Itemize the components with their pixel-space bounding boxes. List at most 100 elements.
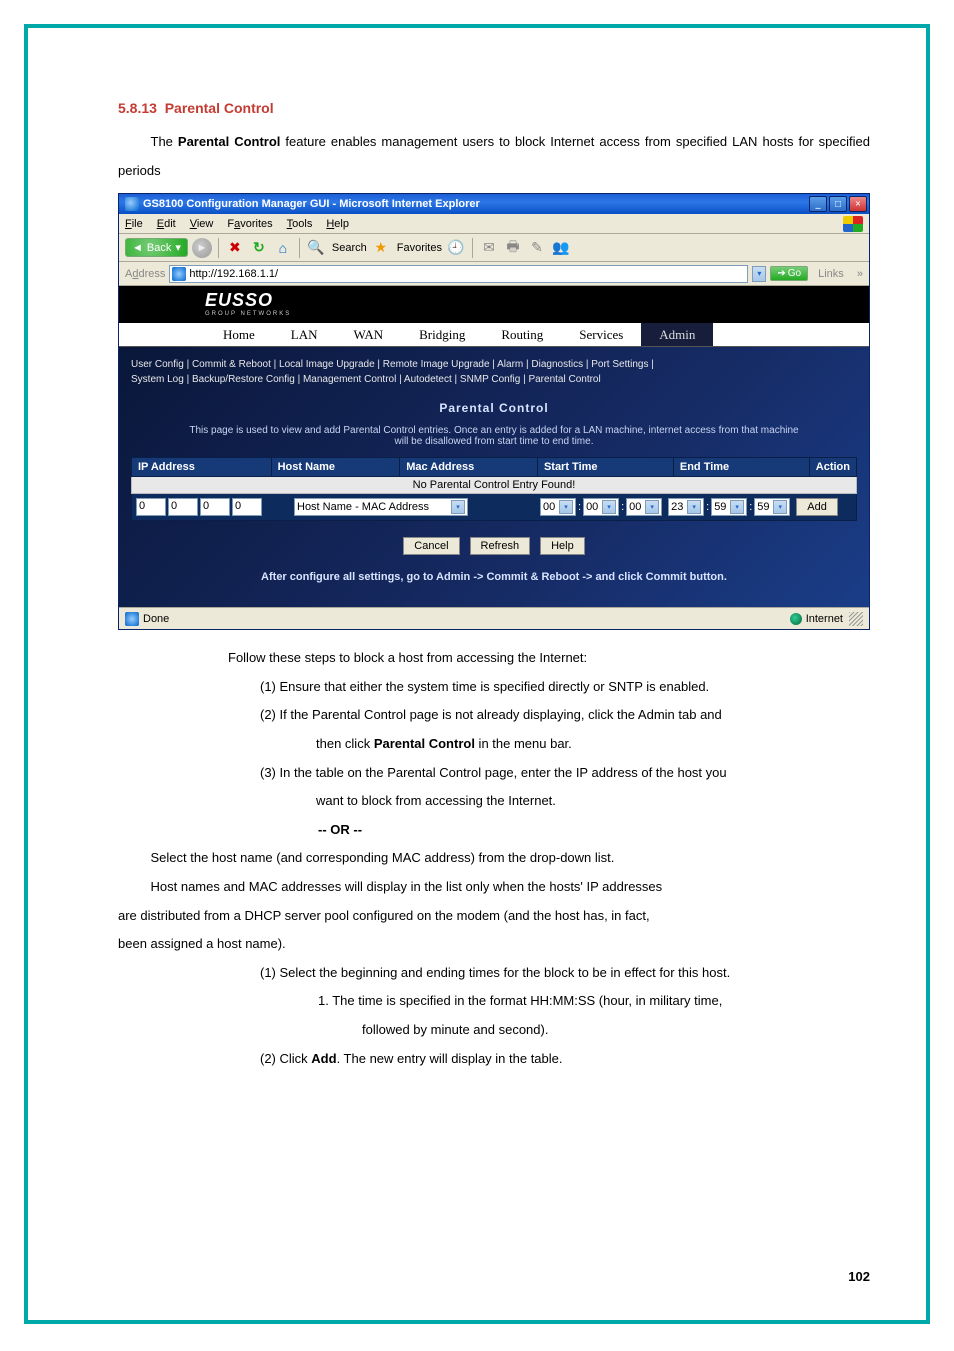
nav-routing[interactable]: Routing — [483, 323, 561, 346]
step-4: (1) Select the beginning and ending time… — [118, 959, 870, 988]
help-button[interactable]: Help — [540, 537, 585, 555]
commit-tip: After configure all settings, go to Admi… — [131, 565, 857, 593]
alt-step: Select the host name (and corresponding … — [118, 844, 870, 873]
resize-grip-icon[interactable] — [849, 612, 863, 626]
brand-tagline: GROUP NETWORKS — [205, 311, 859, 317]
forward-button[interactable]: ► — [192, 238, 212, 258]
search-icon[interactable]: 🔍 — [306, 238, 326, 258]
ip-octet-4[interactable]: 0 — [232, 498, 262, 516]
chevron-down-icon: ▾ — [451, 500, 465, 514]
minimize-button[interactable]: _ — [809, 196, 827, 212]
home-icon[interactable]: ⌂ — [273, 238, 293, 258]
window-title: GS8100 Configuration Manager GUI - Micro… — [143, 198, 809, 210]
nav-home[interactable]: Home — [205, 323, 273, 346]
ie-window: GS8100 Configuration Manager GUI - Micro… — [118, 193, 870, 630]
step-3a: (3) In the table on the Parental Control… — [118, 759, 870, 788]
windows-logo-icon — [843, 216, 863, 232]
discuss-icon[interactable]: 👥 — [551, 238, 571, 258]
table-header-row: IP Address Host Name Mac Address Start T… — [131, 457, 857, 477]
th-host: Host Name — [272, 458, 401, 476]
note-line-1: Host names and MAC addresses will displa… — [118, 873, 870, 902]
nav-lan[interactable]: LAN — [273, 323, 336, 346]
internet-zone-icon — [790, 613, 802, 625]
address-bar: Address http://192.168.1.1/ ▾ ➔ Go Links… — [119, 262, 869, 286]
menu-favorites[interactable]: Favorites — [227, 218, 272, 230]
add-button[interactable]: Add — [796, 498, 838, 516]
section-title: Parental Control — [165, 100, 274, 116]
step-4-sub-2: followed by minute and second). — [118, 1016, 870, 1045]
admin-subnav[interactable]: User Config | Commit & Reboot | Local Im… — [131, 355, 857, 395]
th-mac: Mac Address — [400, 458, 538, 476]
note-line-2: are distributed from a DHCP server pool … — [118, 902, 870, 931]
page-title: Parental Control — [131, 395, 857, 421]
menu-view[interactable]: View — [190, 218, 214, 230]
close-button[interactable]: × — [849, 196, 867, 212]
refresh-icon[interactable]: ↻ — [249, 238, 269, 258]
ie-icon — [125, 197, 139, 211]
host-select[interactable]: Host Name - MAC Address ▾ — [294, 498, 468, 516]
note-line-3: been assigned a host name). — [118, 930, 870, 959]
step-3b: want to block from accessing the Interne… — [118, 787, 870, 816]
refresh-button[interactable]: Refresh — [470, 537, 531, 555]
page-icon — [172, 267, 186, 281]
window-titlebar: GS8100 Configuration Manager GUI - Micro… — [119, 194, 869, 214]
th-end: End Time — [674, 458, 810, 476]
edit-icon[interactable]: ✎ — [527, 238, 547, 258]
search-label[interactable]: Search — [332, 242, 367, 254]
end-time-group: 23▾ : 59▾ : 59▾ — [668, 498, 790, 516]
step-4-sub-1: 1. The time is specified in the format H… — [118, 987, 870, 1016]
step-5: (2) Click Add. The new entry will displa… — [118, 1045, 870, 1074]
nav-bridging[interactable]: Bridging — [401, 323, 483, 346]
nav-admin[interactable]: Admin — [641, 323, 713, 346]
history-icon[interactable]: 🕘 — [446, 238, 466, 258]
or-separator: -- OR -- — [118, 816, 870, 845]
menu-edit[interactable]: Edit — [157, 218, 176, 230]
favorites-label[interactable]: Favorites — [397, 242, 442, 254]
mail-icon[interactable]: ✉ — [479, 238, 499, 258]
step-2b: then click Parental Control in the menu … — [118, 730, 870, 759]
maximize-button[interactable]: □ — [829, 196, 847, 212]
toolbar: ◄ Back ▾ ► ✖ ↻ ⌂ 🔍 Search ★ Favorites 🕘 … — [119, 234, 869, 262]
links-label[interactable]: Links — [818, 268, 844, 280]
stop-icon[interactable]: ✖ — [225, 238, 245, 258]
zone-text: Internet — [806, 613, 843, 625]
ip-octet-2[interactable]: 0 — [168, 498, 198, 516]
print-icon[interactable]: 🖶 — [503, 238, 523, 258]
menu-help[interactable]: Help — [326, 218, 349, 230]
th-start: Start Time — [538, 458, 674, 476]
start-sec[interactable]: 00▾ — [626, 498, 662, 516]
menu-file[interactable]: File — [125, 218, 143, 230]
menu-bar: File Edit View Favorites Tools Help — [119, 214, 869, 234]
page-number: 102 — [848, 1269, 870, 1284]
cancel-button[interactable]: Cancel — [403, 537, 459, 555]
favorites-icon[interactable]: ★ — [371, 238, 391, 258]
start-time-group: 00▾ : 00▾ : 00▾ — [540, 498, 662, 516]
done-icon — [125, 612, 139, 626]
th-action: Action — [810, 458, 856, 476]
page-description: This page is used to view and add Parent… — [131, 421, 857, 457]
end-hour[interactable]: 23▾ — [668, 498, 704, 516]
end-min[interactable]: 59▾ — [711, 498, 747, 516]
steps-lead: Follow these steps to block a host from … — [228, 644, 870, 673]
menu-tools[interactable]: Tools — [287, 218, 313, 230]
start-hour[interactable]: 00▾ — [540, 498, 576, 516]
intro-text: The Parental Control feature enables man… — [118, 128, 870, 185]
status-bar: Done Internet — [119, 607, 869, 629]
ip-octet-1[interactable]: 0 — [136, 498, 166, 516]
ip-octet-3[interactable]: 0 — [200, 498, 230, 516]
nav-wan[interactable]: WAN — [336, 323, 402, 346]
step-1: (1) Ensure that either the system time i… — [118, 673, 870, 702]
address-dropdown-icon[interactable]: ▾ — [752, 266, 766, 282]
start-min[interactable]: 00▾ — [583, 498, 619, 516]
back-button[interactable]: ◄ Back ▾ — [125, 238, 188, 257]
brand-logo: EUSSO — [205, 290, 859, 311]
end-sec[interactable]: 59▾ — [754, 498, 790, 516]
url-text: http://192.168.1.1/ — [189, 268, 278, 280]
main-nav: Home LAN WAN Bridging Routing Services A… — [119, 323, 869, 347]
th-ip: IP Address — [132, 458, 272, 476]
nav-services[interactable]: Services — [561, 323, 641, 346]
address-field[interactable]: http://192.168.1.1/ — [169, 265, 748, 283]
status-text: Done — [143, 613, 169, 625]
go-button[interactable]: ➔ Go — [770, 266, 808, 281]
address-label: Address — [125, 268, 165, 280]
